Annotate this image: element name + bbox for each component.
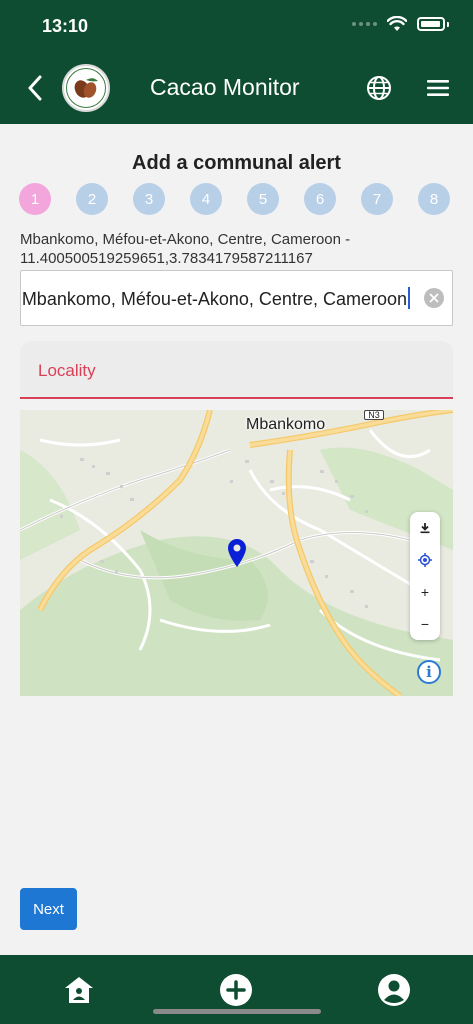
text-cursor (408, 287, 410, 309)
next-button[interactable]: Next (20, 888, 77, 930)
step-7[interactable]: 7 (361, 183, 393, 215)
locality-field[interactable]: Locality (20, 341, 453, 399)
add-circle-icon (220, 974, 252, 1006)
clear-search-button[interactable] (424, 288, 444, 308)
locality-label: Locality (38, 361, 96, 380)
map-town-label: Mbankomo (246, 416, 326, 433)
nav-add-button[interactable] (219, 973, 253, 1007)
step-1[interactable]: 1 (19, 183, 51, 215)
signal-icon (352, 22, 377, 26)
app-title: Cacao Monitor (150, 74, 300, 100)
wifi-icon (387, 16, 407, 31)
battery-tip (447, 21, 449, 27)
app-header: Cacao Monitor (0, 52, 473, 124)
cocoa-pod-icon (74, 78, 98, 98)
zoom-out-button[interactable]: − (410, 608, 440, 640)
home-icon (65, 977, 93, 1003)
step-5[interactable]: 5 (247, 183, 279, 215)
map-pin-icon (228, 539, 246, 567)
page-title: Add a communal alert (132, 152, 341, 174)
battery-icon (417, 17, 445, 31)
map-locate-button[interactable] (410, 544, 440, 576)
step-8[interactable]: 8 (418, 183, 450, 215)
app-logo (62, 64, 110, 112)
stepper: 1 2 3 4 5 6 7 8 (19, 183, 455, 215)
back-button[interactable] (20, 72, 50, 104)
gps-target-icon (418, 553, 432, 567)
status-bar: 13:10 (0, 0, 473, 52)
map-info-button[interactable]: i (417, 660, 441, 684)
map-view[interactable]: Mbankomo N3 + − i (20, 410, 453, 696)
nav-home-button[interactable] (62, 973, 96, 1007)
download-icon (420, 523, 430, 534)
nav-profile-button[interactable] (377, 973, 411, 1007)
hamburger-menu-icon (427, 80, 449, 96)
clear-circle-icon (429, 293, 439, 303)
language-button[interactable] (366, 75, 392, 101)
map-controls: + − (410, 512, 440, 640)
status-icons (352, 16, 449, 32)
globe-icon (367, 76, 391, 100)
locality-underline (20, 397, 453, 399)
zoom-in-button[interactable]: + (410, 576, 440, 608)
location-search-input[interactable]: Mbankomo, Méfou-et-Akono, Centre, Camero… (20, 270, 453, 326)
step-2[interactable]: 2 (76, 183, 108, 215)
step-6[interactable]: 6 (304, 183, 336, 215)
step-4[interactable]: 4 (190, 183, 222, 215)
menu-button[interactable] (426, 77, 450, 99)
status-time: 13:10 (42, 16, 89, 36)
search-input-value[interactable]: Mbankomo, Méfou-et-Akono, Centre, Camero… (22, 287, 410, 310)
home-indicator (153, 1009, 321, 1014)
step-3[interactable]: 3 (133, 183, 165, 215)
user-circle-icon (378, 974, 410, 1006)
chevron-left-icon (28, 75, 42, 101)
map-pin[interactable] (227, 538, 247, 568)
logo-emblem (66, 68, 106, 108)
location-description: Mbankomo, Méfou-et-Akono, Centre, Camero… (20, 231, 351, 267)
map-download-button[interactable] (410, 512, 440, 544)
road-badge: N3 (364, 410, 384, 420)
